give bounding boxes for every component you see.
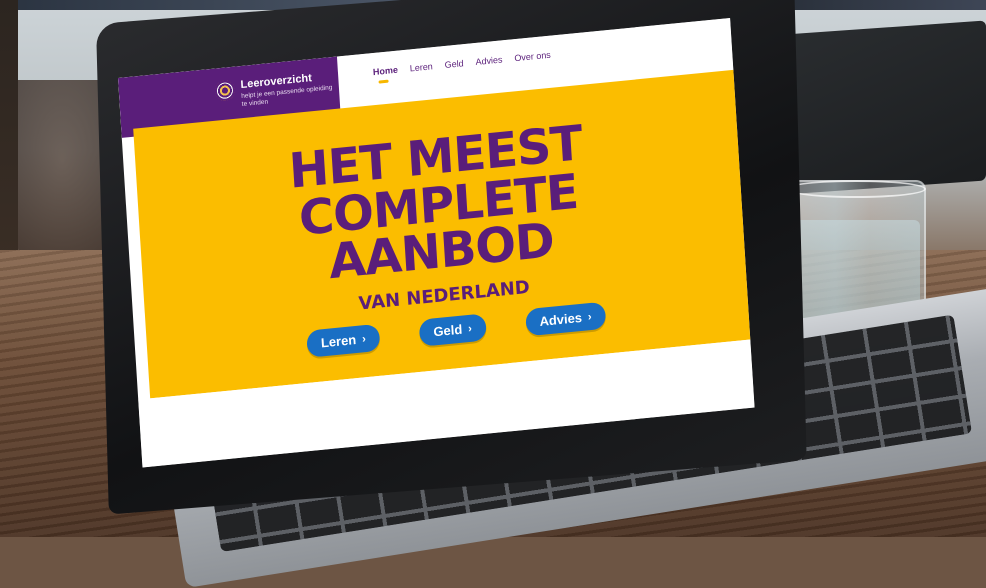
chevron-right-icon: › <box>587 310 592 323</box>
leren-button[interactable]: Leren › <box>306 323 381 358</box>
active-indicator <box>378 79 389 84</box>
nav-item-label: Over ons <box>514 49 552 64</box>
nav-item-over-ons[interactable]: Over ons <box>514 50 551 64</box>
nav-item-geld[interactable]: Geld <box>444 58 464 70</box>
nav-item-home[interactable]: Home <box>372 64 399 84</box>
background-monitor <box>770 20 986 196</box>
advies-button-label: Advies <box>539 309 583 330</box>
leren-button-label: Leren <box>320 332 357 351</box>
laptop-screen-website: Leeroverzicht helpt je een passende ople… <box>118 17 755 468</box>
nav-item-label: Advies <box>475 54 503 68</box>
chevron-right-icon: › <box>467 322 473 335</box>
nav-item-advies[interactable]: Advies <box>475 54 503 67</box>
nav-item-label: Home <box>372 64 399 78</box>
leeroverzicht-logo-icon <box>214 79 236 102</box>
nav-item-leren[interactable]: Leren <box>410 61 434 73</box>
nav-item-label: Leren <box>409 61 434 74</box>
advies-button[interactable]: Advies › <box>524 301 607 337</box>
geld-button[interactable]: Geld › <box>418 313 487 347</box>
glass-rim <box>786 180 926 198</box>
chevron-right-icon: › <box>361 332 367 345</box>
geld-button-label: Geld <box>432 321 463 340</box>
nav-item-label: Geld <box>444 58 464 71</box>
main-navigation: Home Leren Geld Advies Over ons <box>372 50 551 84</box>
